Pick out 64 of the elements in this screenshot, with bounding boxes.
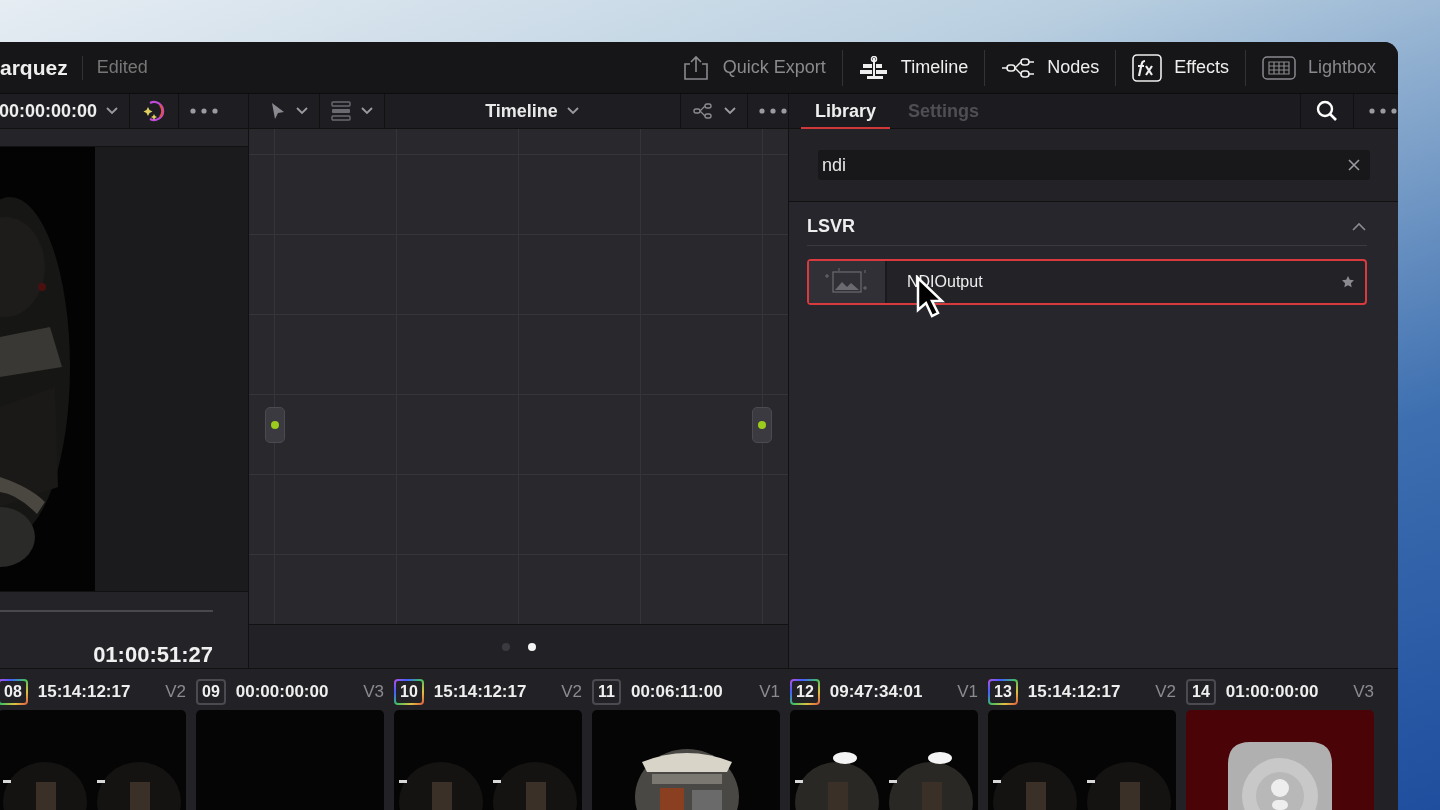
project-title: arquez [0,55,83,80]
clip-number: 09 [196,679,226,705]
nodes-icon [1001,56,1036,79]
blank-thumbnail[interactable] [196,710,384,810]
chevron-down-icon[interactable] [565,106,580,116]
offline-thumbnail[interactable] [1186,710,1374,810]
playhead-timecode: 01:00:51:27 [93,642,213,668]
edit-status: Edited [96,57,148,78]
clip-timecode: 15:14:12:17 [37,682,131,702]
clip-thumbnail[interactable] [394,710,582,810]
chevron-down-icon[interactable] [723,106,737,116]
page-button[interactable]: Lightbox [1245,42,1398,93]
search-icon[interactable] [1315,99,1339,123]
fx-icon [1132,53,1163,82]
clip-thumbnail[interactable] [988,710,1176,810]
media-offline-icon [1228,742,1332,810]
chevron-down-icon[interactable] [360,106,374,116]
clip-timecode: 01:00:00:00 [1225,682,1319,702]
chevron-down-icon[interactable] [295,106,309,116]
clip-timecode: 15:14:12:17 [1027,682,1121,702]
page-dot[interactable] [501,642,510,651]
star-icon[interactable] [1341,275,1355,289]
node-canvas[interactable] [249,129,788,624]
page-button[interactable]: Quick Export [664,42,842,93]
clip-thumbnail[interactable] [592,710,780,810]
clip-track: V3 [1353,682,1374,702]
view-dropdown[interactable]: Timeline [485,100,558,122]
clip-track: V3 [363,682,384,702]
clip-thumbnail[interactable] [790,710,978,810]
lightbox-grid-icon [1261,55,1296,80]
clip-number: 12 [790,679,820,705]
more-icon[interactable] [189,107,220,115]
input-node[interactable] [265,407,285,443]
clip-number: 08 [0,679,28,705]
timecode-dropdown[interactable]: 00:00:00:00 [0,100,98,122]
page-button[interactable]: Timeline [842,42,985,93]
clip-track: V1 [957,682,978,702]
clip-number: 14 [1186,679,1216,705]
page-dot[interactable] [527,642,536,651]
clip-timecode: 00:06:11:00 [630,682,723,702]
clip-number: 13 [988,679,1018,705]
clip-track: V2 [1155,682,1176,702]
more-icon[interactable] [1368,107,1398,115]
group-header: LSVR [807,216,855,237]
output-node[interactable] [752,407,772,443]
search-field[interactable]: ndi [818,150,1370,180]
page-button[interactable]: Nodes [985,42,1116,93]
page-button[interactable]: Effects [1116,42,1245,93]
clip-timecode: 00:00:00:00 [235,682,329,702]
clip-track: V2 [561,682,582,702]
clip-number: 10 [394,679,424,705]
align-icon[interactable] [330,100,352,122]
more-icon[interactable] [758,107,788,115]
clip-thumbnail[interactable] [0,710,186,810]
clip-track: V1 [759,682,780,702]
clip-number: 11 [592,679,621,705]
chevron-up-icon[interactable] [1351,221,1367,232]
chevron-down-icon[interactable] [105,106,120,116]
clip-timecode: 15:14:12:17 [433,682,527,702]
clip-track: V2 [165,682,186,702]
timeline-icon [858,55,889,80]
node-graph-icon[interactable] [691,101,715,121]
clear-icon[interactable] [1348,159,1360,171]
clip-timecode: 09:47:34:01 [829,682,923,702]
